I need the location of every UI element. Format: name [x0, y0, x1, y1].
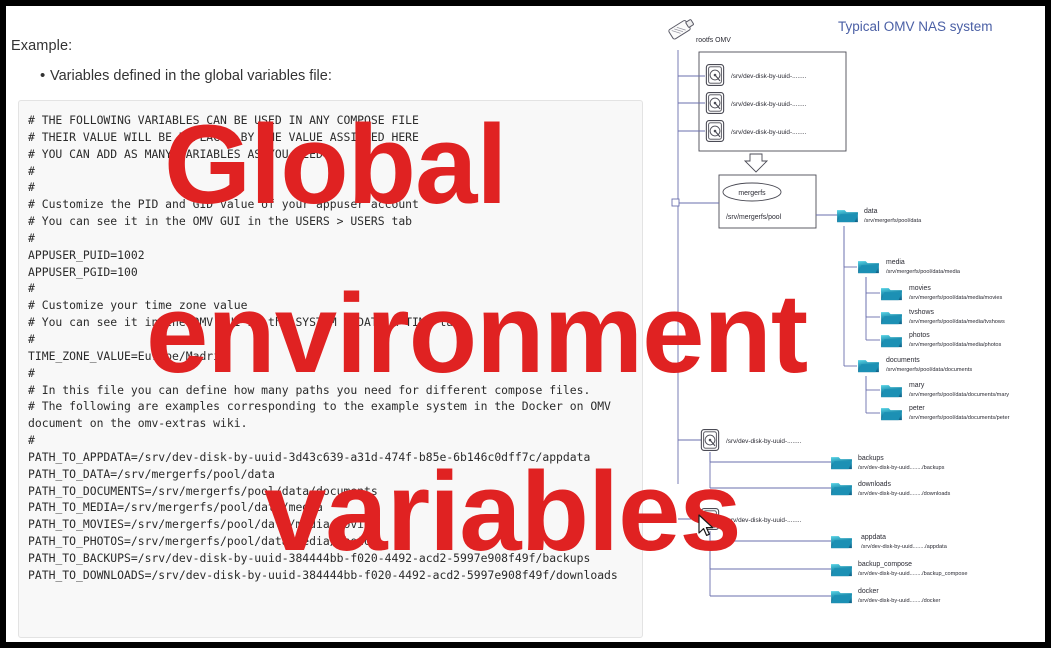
- tree-name-peter: peter: [909, 405, 925, 412]
- folder-icon: [881, 312, 902, 325]
- folder-icon: [831, 457, 852, 470]
- folder-icon: [881, 288, 902, 301]
- mergerfs-label: mergerfs: [738, 190, 766, 197]
- disk-path-3: /srv/dev-disk-by-uuid-........: [731, 129, 807, 136]
- folder-path-downloads: /srv/dev-disk-by-uuid......../downloads: [858, 491, 951, 497]
- disk-path-2: /srv/dev-disk-by-uuid-........: [731, 101, 807, 108]
- hdd-icon: [705, 119, 725, 143]
- example-label: Example:: [11, 38, 73, 54]
- tree-name-media: media: [886, 259, 905, 266]
- rootfs-label: rootfs OMV: [696, 37, 731, 44]
- tree-path-documents: /srv/mergerfs/pool/data/documents: [886, 367, 972, 373]
- article-pane: Example: • Variables defined in the globa…: [6, 6, 666, 642]
- folder-icon: [837, 210, 858, 223]
- tree-path-tvshows: /srv/mergerfs/pool/data/media/tvshows: [909, 319, 1005, 325]
- folder-path-backups: /srv/dev-disk-by-uuid......../backups: [858, 465, 945, 471]
- hdd-icon: [705, 63, 725, 87]
- folder-icon: [831, 591, 852, 604]
- folder-icon: [831, 483, 852, 496]
- folder-name-downloads: downloads: [858, 481, 892, 488]
- usb-stick-icon: [668, 19, 694, 40]
- mergerfs-pool-path: /srv/mergerfs/pool: [726, 214, 782, 221]
- diagram-pane: Typical OMV NAS system rootfs OMV /srv/d…: [658, 6, 1045, 642]
- nas-diagram-svg: Typical OMV NAS system rootfs OMV /srv/d…: [668, 19, 1010, 604]
- code-block-content: # THE FOLLOWING VARIABLES CAN BE USED IN…: [28, 113, 618, 582]
- folder-icon: [858, 261, 879, 274]
- system-disk-path: /srv/dev-disk-by-uuid-........: [726, 517, 802, 524]
- folder-icon: [881, 335, 902, 348]
- tree-path-photos: /srv/mergerfs/pool/data/media/photos: [909, 342, 1002, 348]
- down-arrow-icon: [743, 153, 769, 173]
- tree-name-mary: mary: [909, 382, 925, 389]
- folder-path-backup-compose: /srv/dev-disk-by-uuid......../backup_com…: [858, 571, 967, 577]
- folder-name-docker: docker: [858, 588, 879, 595]
- folder-path-appdata: /srv/dev-disk-by-uuid......../appdata: [861, 544, 948, 550]
- tree-name-movies: movies: [909, 285, 931, 292]
- backup-disk-path: /srv/dev-disk-by-uuid-........: [726, 438, 802, 445]
- folder-icon: [831, 536, 852, 549]
- tree-name-documents: documents: [886, 357, 920, 364]
- tree-name-photos: photos: [909, 332, 930, 339]
- hdd-icon: [700, 507, 720, 531]
- folder-name-backup-compose: backup_compose: [858, 561, 912, 568]
- tree-path-peter: /srv/mergerfs/pool/data/documents/peter: [909, 415, 1010, 421]
- screenshot-canvas: Example: • Variables defined in the globa…: [6, 6, 1045, 642]
- folder-name-appdata: appdata: [861, 534, 886, 541]
- folder-name-backups: backups: [858, 455, 884, 462]
- folder-icon: [881, 408, 902, 421]
- diagram-title: Typical OMV NAS system: [838, 19, 993, 34]
- disk-path-1: /srv/dev-disk-by-uuid-........: [731, 73, 807, 80]
- folder-icon: [858, 360, 879, 373]
- hdd-icon: [700, 428, 720, 452]
- folder-icon: [831, 564, 852, 577]
- tree-path-media: /srv/mergerfs/pool/data/media: [886, 269, 961, 275]
- tree-name-tvshows: tvshows: [909, 309, 934, 316]
- spine-node-mergerfs: [671, 198, 680, 207]
- bullet-list-item: • Variables defined in the global variabl…: [40, 67, 332, 84]
- bullet-label: Variables defined in the global variable…: [50, 68, 332, 84]
- folder-path-docker: /srv/dev-disk-by-uuid......../docker: [858, 598, 941, 604]
- tree-path-mary: /srv/mergerfs/pool/data/documents/mary: [909, 392, 1009, 398]
- tree-path-data: /srv/mergerfs/pool/data: [864, 218, 922, 224]
- tree-path-movies: /srv/mergerfs/pool/data/media/movies: [909, 295, 1002, 301]
- code-block[interactable]: # THE FOLLOWING VARIABLES CAN BE USED IN…: [18, 100, 643, 638]
- folder-icon: [881, 385, 902, 398]
- bullet-dot: •: [40, 67, 46, 84]
- tree-name-data: data: [864, 208, 878, 215]
- hdd-icon: [705, 91, 725, 115]
